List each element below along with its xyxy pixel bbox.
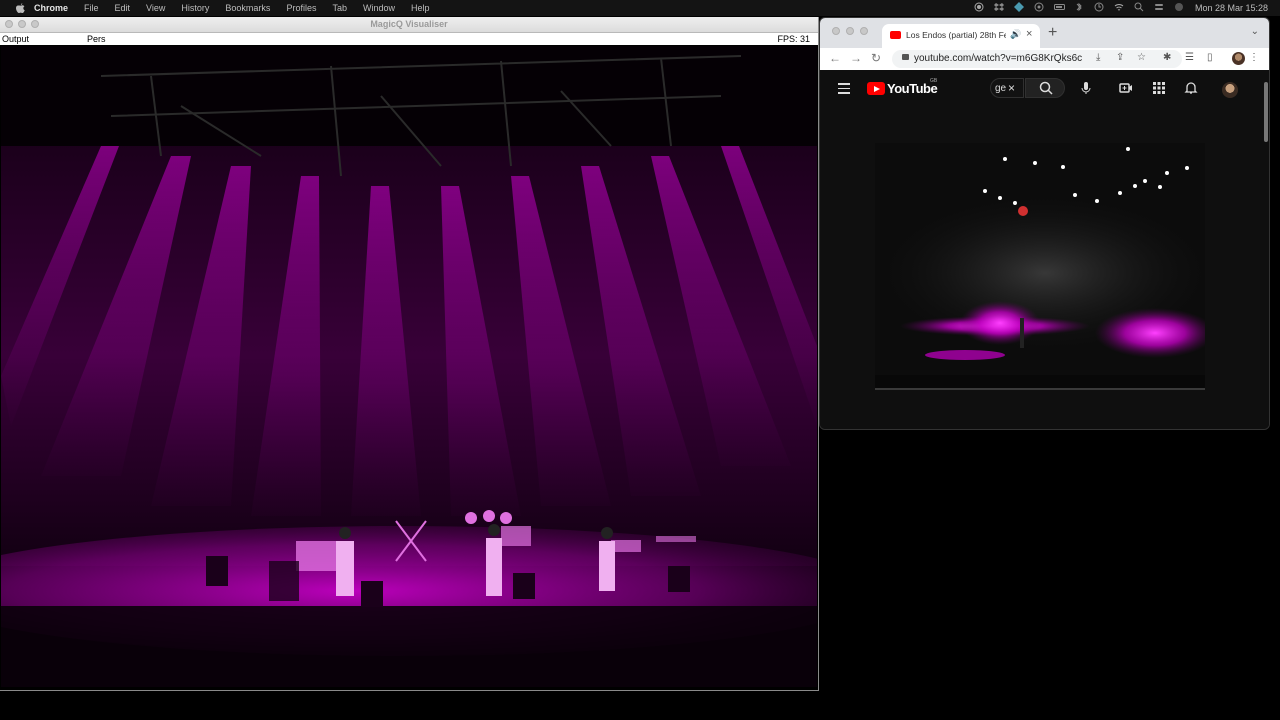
fps-readout: FPS: 31 bbox=[777, 34, 810, 44]
window-title: MagicQ Visualiser bbox=[370, 19, 448, 29]
menu-chrome[interactable]: Chrome bbox=[34, 3, 68, 13]
performer-silhouette bbox=[1020, 318, 1024, 348]
record-icon[interactable] bbox=[974, 2, 984, 12]
menu-file[interactable]: File bbox=[84, 3, 99, 13]
new-tab-icon[interactable]: + bbox=[1048, 24, 1057, 42]
siri-icon[interactable] bbox=[1174, 2, 1184, 12]
extensions-icon[interactable]: ✱ bbox=[1163, 52, 1171, 63]
search-icon bbox=[1039, 81, 1053, 95]
zoom-window-icon[interactable] bbox=[860, 27, 868, 35]
red-light bbox=[1018, 206, 1028, 216]
bluetooth-icon[interactable] bbox=[1074, 2, 1084, 12]
create-video-icon[interactable] bbox=[1119, 81, 1133, 95]
apps-grid-icon[interactable] bbox=[1152, 81, 1166, 95]
youtube-page: YouTube GB ge × bbox=[820, 70, 1269, 429]
lock-icon[interactable] bbox=[902, 54, 909, 60]
back-icon[interactable]: ← bbox=[829, 51, 841, 65]
reload-icon[interactable]: ↻ bbox=[871, 51, 881, 65]
install-icon[interactable]: ⤓ bbox=[1096, 52, 1100, 63]
menu-window[interactable]: Window bbox=[363, 3, 395, 13]
url-text[interactable]: youtube.com/watch?v=m6G8KrQks6c bbox=[914, 53, 1082, 64]
tab-strip: Los Endos (partial) 28th Fe 🔊 × + ⌄ bbox=[820, 18, 1269, 48]
reading-list-icon[interactable]: ☰ bbox=[1185, 52, 1194, 63]
menu-profiles[interactable]: Profiles bbox=[286, 3, 316, 13]
stage-render bbox=[1, 46, 817, 687]
search-icon[interactable] bbox=[1134, 2, 1144, 12]
menubar-clock[interactable]: Mon 28 Mar 15:28 bbox=[1195, 3, 1268, 13]
media-icon[interactable] bbox=[1034, 2, 1044, 12]
visualiser-3d-viewport[interactable] bbox=[1, 46, 817, 687]
youtube-favicon-icon bbox=[890, 31, 901, 39]
clear-search-icon[interactable]: × bbox=[1008, 81, 1015, 95]
menu-edit[interactable]: Edit bbox=[115, 3, 131, 13]
forward-icon[interactable]: → bbox=[850, 51, 862, 65]
menu-tab[interactable]: Tab bbox=[332, 3, 347, 13]
menu-bookmarks[interactable]: Bookmarks bbox=[225, 3, 270, 13]
close-window-icon[interactable] bbox=[832, 27, 840, 35]
share-icon[interactable]: ⇪ bbox=[1116, 52, 1124, 63]
output-label[interactable]: Output bbox=[2, 34, 29, 44]
app-status-icon[interactable] bbox=[1014, 2, 1024, 12]
youtube-play-icon bbox=[867, 82, 885, 95]
menu-help[interactable]: Help bbox=[411, 3, 430, 13]
perspective-view-label[interactable]: Pers bbox=[87, 34, 106, 44]
browser-toolbar: ← → ↻ youtube.com/watch?v=m6G8KrQks6c ⤓ … bbox=[820, 48, 1269, 71]
chrome-window: Los Endos (partial) 28th Fe 🔊 × + ⌄ ← → … bbox=[819, 17, 1270, 430]
browser-tab[interactable]: Los Endos (partial) 28th Fe 🔊 × bbox=[882, 24, 1040, 48]
chevron-down-icon[interactable]: ⌄ bbox=[1251, 26, 1259, 37]
search-input[interactable]: ge × bbox=[990, 78, 1024, 98]
side-panel-icon[interactable]: ▯ bbox=[1207, 52, 1213, 63]
scrollbar[interactable] bbox=[1264, 82, 1268, 142]
tab-title: Los Endos (partial) 28th Fe bbox=[906, 30, 1006, 40]
status-icons bbox=[974, 2, 1184, 12]
tab-audio-icon[interactable]: 🔊 bbox=[1010, 29, 1021, 40]
menu-bar: Chrome File Edit View History Bookmarks … bbox=[0, 0, 1280, 16]
region-code: GB bbox=[930, 78, 938, 84]
time-machine-icon[interactable] bbox=[1094, 2, 1104, 12]
profile-avatar[interactable] bbox=[1232, 52, 1245, 65]
dropbox-icon[interactable] bbox=[994, 2, 1004, 12]
video-frame bbox=[875, 143, 1205, 389]
battery-icon[interactable] bbox=[1054, 2, 1065, 12]
apple-icon[interactable] bbox=[14, 2, 26, 14]
video-progress-bar[interactable] bbox=[875, 388, 1205, 390]
wifi-icon[interactable] bbox=[1114, 2, 1124, 12]
account-avatar[interactable] bbox=[1222, 82, 1238, 98]
control-center-icon[interactable] bbox=[1154, 2, 1164, 12]
tab-close-icon[interactable]: × bbox=[1026, 28, 1032, 40]
menu-view[interactable]: View bbox=[146, 3, 165, 13]
magicq-window: MagicQ Visualiser Output Pers FPS: 31 bbox=[0, 17, 819, 691]
visualiser-status-bar: Output Pers FPS: 31 bbox=[0, 33, 818, 45]
notifications-bell-icon[interactable] bbox=[1184, 81, 1198, 95]
minimize-window-icon[interactable] bbox=[846, 27, 854, 35]
microphone-icon[interactable] bbox=[1079, 81, 1093, 95]
magicq-titlebar[interactable]: MagicQ Visualiser bbox=[0, 17, 818, 33]
menu-history[interactable]: History bbox=[181, 3, 209, 13]
youtube-logo[interactable]: YouTube bbox=[867, 81, 938, 96]
hamburger-menu-icon[interactable] bbox=[838, 83, 850, 97]
search-button[interactable] bbox=[1025, 78, 1065, 98]
more-menu-icon[interactable]: ⋮ bbox=[1249, 52, 1259, 63]
bookmark-star-icon[interactable]: ☆ bbox=[1137, 52, 1146, 63]
search-value[interactable]: ge bbox=[995, 83, 1006, 94]
youtube-masthead: YouTube GB ge × bbox=[820, 70, 1269, 107]
video-player[interactable] bbox=[875, 143, 1205, 389]
